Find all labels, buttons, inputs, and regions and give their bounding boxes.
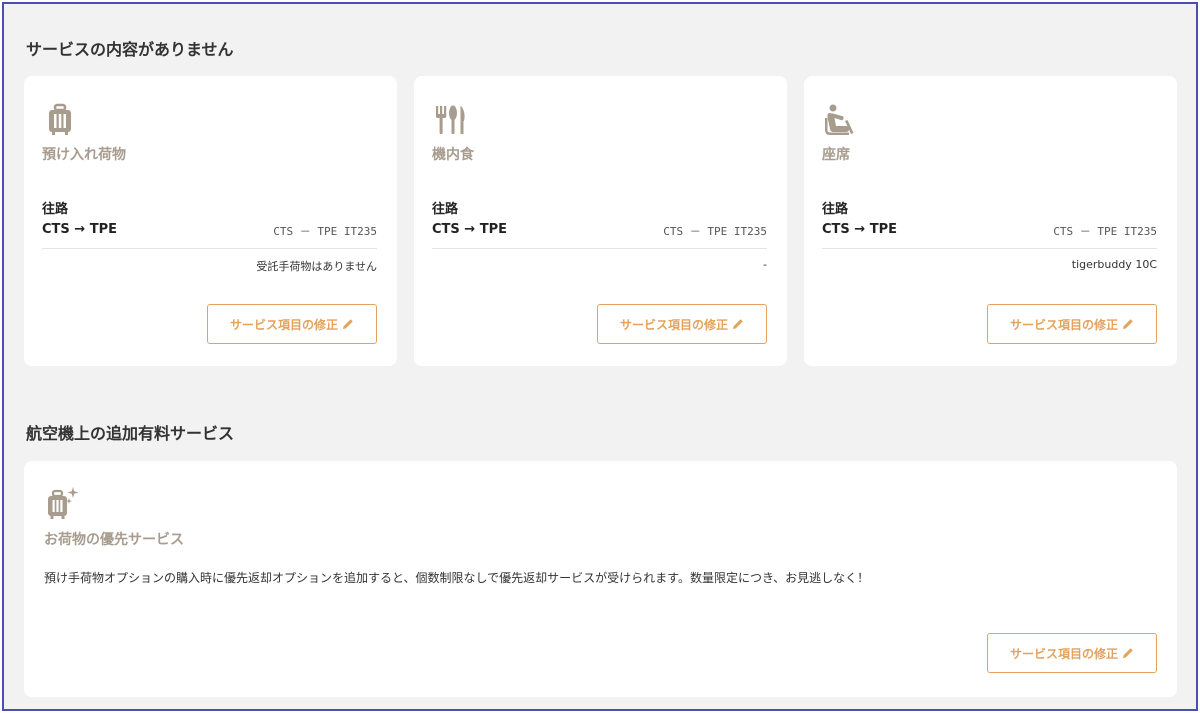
service-value: - xyxy=(763,258,767,271)
route-label: CTS → TPE xyxy=(42,222,117,237)
pencil-icon xyxy=(1123,648,1133,658)
card-title: 機内食 xyxy=(432,147,474,163)
direction-label: 往路 xyxy=(822,202,849,217)
route-label: CTS → TPE xyxy=(822,222,897,237)
button-label: サービス項目の修正 xyxy=(1009,317,1118,332)
baggage-card: 預け入れ荷物 往路 CTS → TPE CTS － TPE IT235 受託手荷… xyxy=(24,76,397,366)
card-title: お荷物の優先サービス xyxy=(44,532,184,548)
promo-description: 預け手荷物オプションの購入時に優先返却オプションを追加すると、個数制限なしで優先… xyxy=(44,571,870,585)
route-label: CTS → TPE xyxy=(432,222,507,237)
suitcase-icon xyxy=(42,102,78,138)
fork-knife-icon xyxy=(432,102,468,138)
flight-number: CTS － TPE IT235 xyxy=(273,225,377,238)
seat-card: 座席 往路 CTS → TPE CTS － TPE IT235 tigerbud… xyxy=(804,76,1177,366)
pencil-icon xyxy=(343,319,353,329)
seat-icon xyxy=(822,102,858,138)
edit-seat-button[interactable]: サービス項目の修正 xyxy=(987,304,1157,344)
sparkle-suitcase-icon xyxy=(44,485,80,521)
direction-label: 往路 xyxy=(432,202,459,217)
divider xyxy=(432,248,767,249)
service-value: tigerbuddy 10C xyxy=(1071,258,1157,271)
edit-baggage-button[interactable]: サービス項目の修正 xyxy=(207,304,377,344)
priority-baggage-card: お荷物の優先サービス 預け手荷物オプションの購入時に優先返却オプションを追加する… xyxy=(24,461,1177,697)
service-value: 受託手荷物はありません xyxy=(256,260,377,273)
pencil-icon xyxy=(1123,319,1133,329)
pencil-icon xyxy=(733,319,743,329)
meal-card: 機内食 往路 CTS → TPE CTS － TPE IT235 - サービス項… xyxy=(414,76,787,366)
card-title: 預け入れ荷物 xyxy=(42,147,126,163)
button-label: サービス項目の修正 xyxy=(619,317,728,332)
divider xyxy=(42,248,377,249)
page-frame: サービスの内容がありません 預け入れ荷物 往路 CTS → TPE CTS － … xyxy=(2,2,1198,711)
edit-priority-baggage-button[interactable]: サービス項目の修正 xyxy=(987,633,1157,673)
flight-number: CTS － TPE IT235 xyxy=(1053,225,1157,238)
edit-meal-button[interactable]: サービス項目の修正 xyxy=(597,304,767,344)
services-section-title: サービスの内容がありません xyxy=(26,40,234,59)
button-label: サービス項目の修正 xyxy=(229,317,338,332)
divider xyxy=(822,248,1157,249)
direction-label: 往路 xyxy=(42,202,69,217)
card-title: 座席 xyxy=(822,147,850,163)
button-label: サービス項目の修正 xyxy=(1009,646,1118,661)
flight-number: CTS － TPE IT235 xyxy=(663,225,767,238)
addons-section-title: 航空機上の追加有料サービス xyxy=(26,424,235,443)
